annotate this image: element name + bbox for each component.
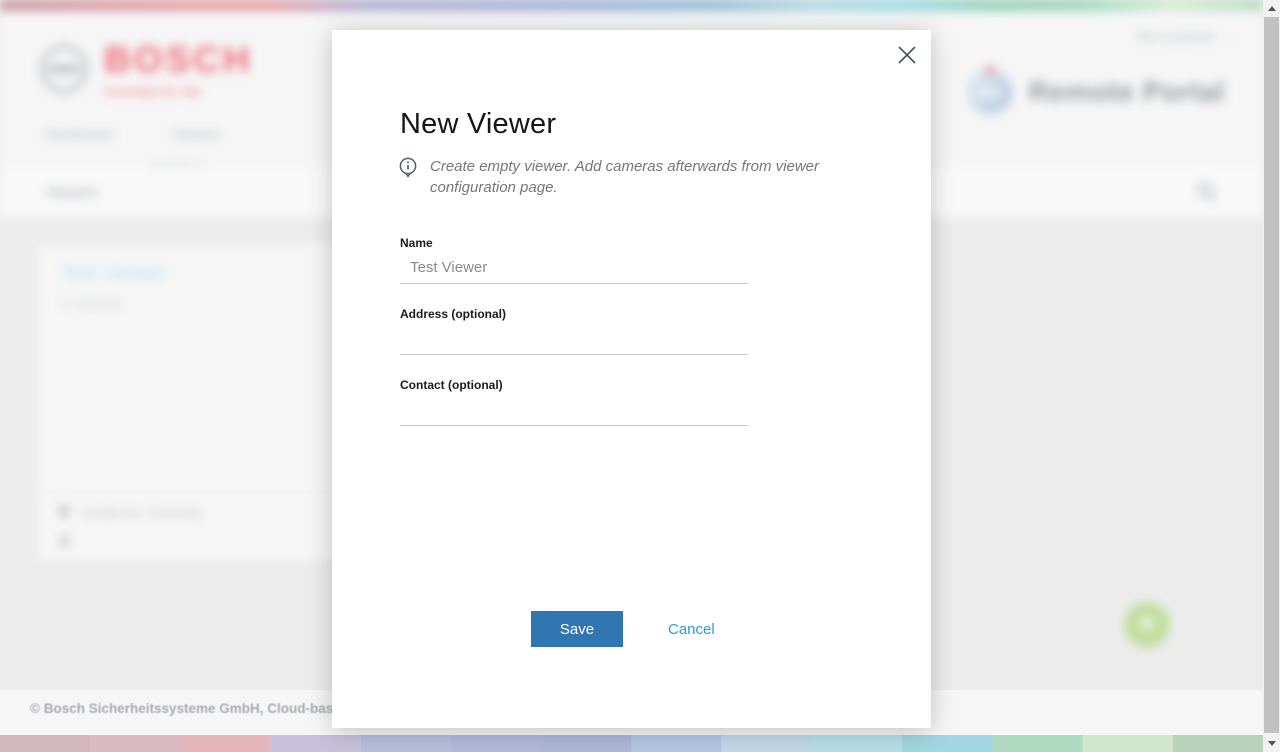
new-viewer-form: Name Address (optional) Contact (optiona…	[400, 236, 748, 449]
info-icon	[398, 157, 418, 181]
dialog-actions: Save Cancel	[531, 611, 715, 647]
dialog-info-text: Create empty viewer. Add cameras afterwa…	[430, 156, 868, 198]
contact-input[interactable]	[400, 398, 748, 426]
contact-label: Contact (optional)	[400, 378, 748, 392]
cancel-button[interactable]: Cancel	[668, 621, 715, 638]
address-field-group: Address (optional)	[400, 307, 748, 355]
remote-portal-page: BOSCH Invented for life Rol Customer⌄ Re…	[0, 0, 1280, 752]
dialog-info: Create empty viewer. Add cameras afterwa…	[398, 156, 868, 198]
scroll-down-arrow[interactable]	[1263, 735, 1280, 752]
new-viewer-dialog: New Viewer Create empty viewer. Add came…	[332, 30, 931, 728]
scrollbar-thumb[interactable]	[1264, 17, 1279, 733]
vertical-scrollbar[interactable]	[1263, 0, 1280, 752]
name-label: Name	[400, 236, 748, 250]
contact-field-group: Contact (optional)	[400, 378, 748, 426]
save-button[interactable]: Save	[531, 611, 623, 647]
address-input[interactable]	[400, 327, 748, 355]
address-label: Address (optional)	[400, 307, 748, 321]
scroll-up-arrow[interactable]	[1263, 0, 1280, 17]
close-icon[interactable]	[894, 42, 920, 68]
dialog-title: New Viewer	[400, 108, 556, 141]
name-field-group: Name	[400, 236, 748, 284]
name-input[interactable]	[400, 256, 748, 284]
